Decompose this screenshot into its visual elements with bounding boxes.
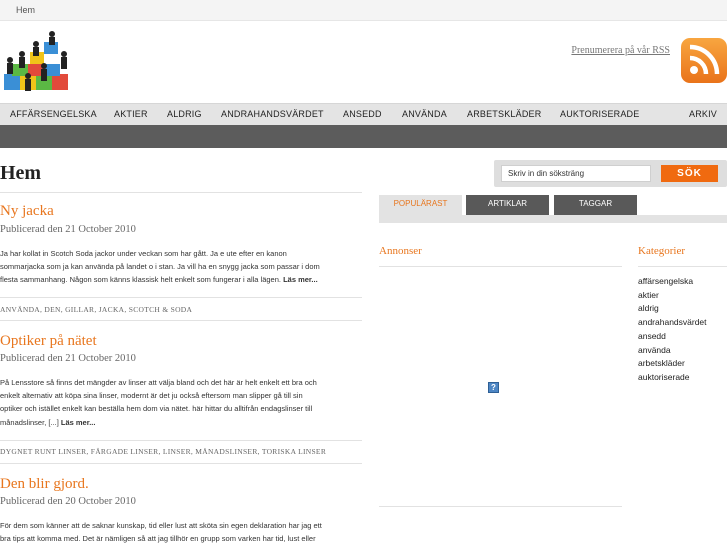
breadcrumb[interactable]: Hem	[16, 5, 35, 15]
categories-heading: Kategorier	[638, 245, 686, 257]
tab-panel	[379, 215, 727, 223]
category-link[interactable]: andrahandsvärdet	[638, 317, 707, 327]
tag-link[interactable]: ANVÄNDA	[0, 305, 40, 314]
post-line: bra tips att komma med. Det är nämligen …	[0, 534, 316, 544]
post-tags: DYGNET RUNT LINSER, FÄRGADE LINSER, LINS…	[0, 447, 327, 456]
post-date: Publicerad den 21 October 2010	[0, 224, 136, 235]
post-line: flesta sammanhang. Någon som känns klass…	[0, 273, 362, 286]
search-box: SÖK	[494, 160, 727, 187]
post-excerpt: Ja har kollat in Scotch Soda jackor unde…	[0, 247, 362, 287]
tag-link[interactable]: DYGNET RUNT LINSER	[0, 447, 86, 456]
post-line: På Lensstore så finns det mängder av lin…	[0, 378, 317, 387]
sub-nav-bar	[0, 125, 727, 148]
category-link[interactable]: aldrig	[638, 303, 659, 313]
divider	[379, 506, 622, 507]
breadcrumb-bar: Hem	[0, 0, 727, 21]
search-button[interactable]: SÖK	[661, 165, 718, 182]
category-link[interactable]: arbetskläder	[638, 358, 685, 368]
tag-link[interactable]: LINSER	[163, 447, 191, 456]
tag-link[interactable]: DEN	[44, 305, 60, 314]
divider	[0, 192, 362, 193]
post-tags: ANVÄNDA, DEN, GILLAR, JACKA, SCOTCH & SO…	[0, 305, 193, 314]
category-link[interactable]: affärsengelska	[638, 276, 693, 286]
post-line: optiker och istället enkelt kan beställa…	[0, 404, 313, 414]
tab-taggar[interactable]: TAGGAR	[554, 195, 637, 215]
nav-item-auktoriserade[interactable]: AUKTORISERADE	[560, 109, 639, 119]
post-line-text: flesta sammanhang. Någon som känns klass…	[0, 275, 281, 285]
page-title: Hem	[0, 162, 42, 184]
nav-item-aktier[interactable]: AKTIER	[114, 109, 148, 119]
divider	[0, 320, 362, 321]
divider	[0, 463, 362, 464]
nav-item-arkiv[interactable]: ARKIV	[689, 109, 717, 119]
nav-item-anvanda[interactable]: ANVÄNDA	[402, 109, 447, 119]
tag-link[interactable]: GILLAR	[65, 305, 94, 314]
post-line: För dem som känner att de saknar kunskap…	[0, 521, 322, 530]
tag-link[interactable]: FÄRGADE LINSER	[91, 447, 159, 456]
post-excerpt: På Lensstore så finns det mängder av lin…	[0, 376, 362, 429]
divider	[0, 440, 362, 441]
category-link[interactable]: använda	[638, 345, 671, 355]
post-line: Ja har kollat in Scotch Soda jackor unde…	[0, 249, 287, 258]
read-more-link[interactable]: Läs mer...	[61, 418, 96, 427]
category-link[interactable]: auktoriserade	[638, 372, 690, 382]
nav-item-affarsengelska[interactable]: AFFÄRSENGELSKA	[10, 109, 97, 119]
tag-link[interactable]: SCOTCH & SODA	[129, 305, 193, 314]
search-input[interactable]	[501, 165, 651, 182]
post-date: Publicerad den 21 October 2010	[0, 353, 136, 364]
divider	[379, 266, 622, 267]
broken-image-icon[interactable]: ?	[488, 382, 499, 393]
tag-link[interactable]: TORISKA LINSER	[262, 447, 326, 456]
nav-item-andrahandsvardet[interactable]: ANDRAHANDSVÄRDET	[221, 109, 324, 119]
divider	[638, 266, 727, 267]
people-puzzle-logo[interactable]	[0, 24, 78, 96]
category-link[interactable]: ansedd	[638, 331, 666, 341]
nav-item-ansedd[interactable]: ANSEDD	[343, 109, 382, 119]
ads-heading: Annonser	[379, 245, 422, 257]
post-date: Publicerad den 20 October 2010	[0, 496, 136, 507]
post-line: månadslinser, [...] Läs mer...	[0, 416, 362, 429]
post-title[interactable]: Optiker på nätet	[0, 333, 97, 350]
nav-item-aldrig[interactable]: ALDRIG	[167, 109, 202, 119]
category-link[interactable]: aktier	[638, 290, 659, 300]
post-line: sommarjacka som ja kan använda på landet…	[0, 262, 320, 272]
rss-subscribe-link[interactable]: Prenumerera på vår RSS	[571, 45, 670, 56]
post-line-text: månadslinser, [...]	[0, 417, 59, 427]
tab-artiklar[interactable]: ARTIKLAR	[466, 195, 549, 215]
post-title[interactable]: Den blir gjord.	[0, 476, 89, 493]
rss-icon[interactable]	[681, 38, 727, 83]
nav-item-arbetsklader[interactable]: ARBETSKLÄDER	[467, 109, 541, 119]
post-title[interactable]: Ny jacka	[0, 203, 54, 220]
post-excerpt: För dem som känner att de saknar kunskap…	[0, 519, 362, 545]
tag-link[interactable]: MÅNADSLINSER	[195, 447, 257, 456]
post-line: enkelt alternativ att köpa sina linser, …	[0, 391, 303, 401]
read-more-link[interactable]: Läs mer...	[283, 275, 318, 284]
divider	[0, 297, 362, 298]
tag-link[interactable]: JACKA	[99, 305, 125, 314]
main-nav: AFFÄRSENGELSKA AKTIER ALDRIG ANDRAHANDSV…	[0, 103, 727, 125]
